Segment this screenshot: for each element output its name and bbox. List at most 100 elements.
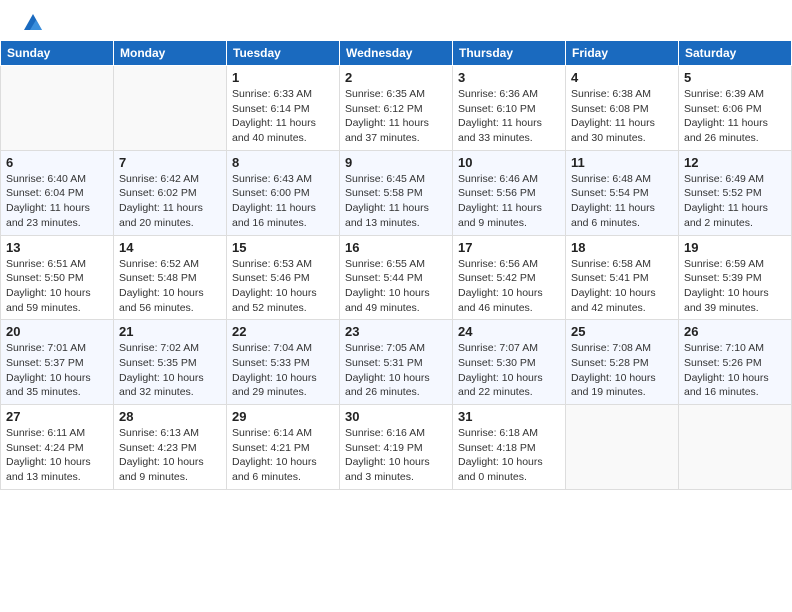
calendar-cell [679,405,792,490]
calendar-table: SundayMondayTuesdayWednesdayThursdayFrid… [0,40,792,490]
day-number: 27 [6,409,108,424]
day-info: Sunrise: 6:45 AMSunset: 5:58 PMDaylight:… [345,172,447,231]
day-info: Sunrise: 7:04 AMSunset: 5:33 PMDaylight:… [232,341,334,400]
day-number: 30 [345,409,447,424]
day-number: 6 [6,155,108,170]
weekday-header-thursday: Thursday [453,41,566,66]
day-info: Sunrise: 6:18 AMSunset: 4:18 PMDaylight:… [458,426,560,485]
calendar-cell: 25 Sunrise: 7:08 AMSunset: 5:28 PMDayligh… [566,320,679,405]
day-number: 24 [458,324,560,339]
calendar-cell: 11Sunrise: 6:48 AMSunset: 5:54 PMDayligh… [566,150,679,235]
day-number: 17 [458,240,560,255]
calendar-cell: 24Sunrise: 7:07 AMSunset: 5:30 PMDayligh… [453,320,566,405]
page-header [0,0,792,34]
day-info: Sunrise: 6:52 AMSunset: 5:48 PMDaylight:… [119,257,221,316]
day-info: Sunrise: 6:40 AMSunset: 6:04 PMDaylight:… [6,172,108,231]
day-info: Sunrise: 6:36 AMSunset: 6:10 PMDaylight:… [458,87,560,146]
day-info: Sunrise: 6:42 AMSunset: 6:02 PMDaylight:… [119,172,221,231]
day-number: 16 [345,240,447,255]
calendar-cell: 14 Sunrise: 6:52 AMSunset: 5:48 PMDayligh… [114,235,227,320]
calendar-cell: 12 Sunrise: 6:49 AMSunset: 5:52 PMDayligh… [679,150,792,235]
calendar-cell: 9 Sunrise: 6:45 AMSunset: 5:58 PMDaylight… [340,150,453,235]
calendar-cell [566,405,679,490]
calendar-cell: 22 Sunrise: 7:04 AMSunset: 5:33 PMDayligh… [227,320,340,405]
day-info: Sunrise: 6:58 AMSunset: 5:41 PMDaylight:… [571,257,673,316]
day-number: 5 [684,70,786,85]
calendar-cell: 31 Sunrise: 6:18 AMSunset: 4:18 PMDayligh… [453,405,566,490]
day-info: Sunrise: 6:48 AMSunset: 5:54 PMDaylight:… [571,172,673,231]
day-number: 31 [458,409,560,424]
day-number: 22 [232,324,334,339]
weekday-header-monday: Monday [114,41,227,66]
weekday-header-row: SundayMondayTuesdayWednesdayThursdayFrid… [1,41,792,66]
day-number: 13 [6,240,108,255]
day-number: 29 [232,409,334,424]
day-info: Sunrise: 6:51 AMSunset: 5:50 PMDaylight:… [6,257,108,316]
calendar-cell: 20 Sunrise: 7:01 AMSunset: 5:37 PMDayligh… [1,320,114,405]
day-number: 2 [345,70,447,85]
day-info: Sunrise: 7:02 AMSunset: 5:35 PMDaylight:… [119,341,221,400]
day-info: Sunrise: 7:05 AMSunset: 5:31 PMDaylight:… [345,341,447,400]
calendar-cell: 10 Sunrise: 6:46 AMSunset: 5:56 PMDayligh… [453,150,566,235]
day-info: Sunrise: 6:39 AMSunset: 6:06 PMDaylight:… [684,87,786,146]
day-info: Sunrise: 6:43 AMSunset: 6:00 PMDaylight:… [232,172,334,231]
calendar-cell: 1 Sunrise: 6:33 AMSunset: 6:14 PMDaylight… [227,66,340,151]
logo [20,12,44,30]
day-number: 12 [684,155,786,170]
day-info: Sunrise: 6:55 AMSunset: 5:44 PMDaylight:… [345,257,447,316]
day-info: Sunrise: 6:46 AMSunset: 5:56 PMDaylight:… [458,172,560,231]
day-number: 1 [232,70,334,85]
day-info: Sunrise: 6:11 AMSunset: 4:24 PMDaylight:… [6,426,108,485]
day-info: Sunrise: 6:14 AMSunset: 4:21 PMDaylight:… [232,426,334,485]
calendar-cell: 19 Sunrise: 6:59 AMSunset: 5:39 PMDayligh… [679,235,792,320]
calendar-week-row: 6 Sunrise: 6:40 AMSunset: 6:04 PMDaylight… [1,150,792,235]
calendar-cell: 18 Sunrise: 6:58 AMSunset: 5:41 PMDayligh… [566,235,679,320]
day-number: 10 [458,155,560,170]
day-info: Sunrise: 6:33 AMSunset: 6:14 PMDaylight:… [232,87,334,146]
day-number: 14 [119,240,221,255]
calendar-cell: 29 Sunrise: 6:14 AMSunset: 4:21 PMDayligh… [227,405,340,490]
day-number: 3 [458,70,560,85]
calendar-cell: 16 Sunrise: 6:55 AMSunset: 5:44 PMDayligh… [340,235,453,320]
day-number: 20 [6,324,108,339]
calendar-cell: 15Sunrise: 6:53 AMSunset: 5:46 PMDayligh… [227,235,340,320]
day-info: Sunrise: 6:49 AMSunset: 5:52 PMDaylight:… [684,172,786,231]
day-info: Sunrise: 6:53 AMSunset: 5:46 PMDaylight:… [232,257,334,316]
day-number: 23 [345,324,447,339]
day-number: 7 [119,155,221,170]
weekday-header-sunday: Sunday [1,41,114,66]
weekday-header-friday: Friday [566,41,679,66]
calendar-week-row: 20 Sunrise: 7:01 AMSunset: 5:37 PMDayligh… [1,320,792,405]
calendar-cell: 3 Sunrise: 6:36 AMSunset: 6:10 PMDaylight… [453,66,566,151]
day-info: Sunrise: 6:38 AMSunset: 6:08 PMDaylight:… [571,87,673,146]
calendar-week-row: 13 Sunrise: 6:51 AMSunset: 5:50 PMDayligh… [1,235,792,320]
calendar-week-row: 27 Sunrise: 6:11 AMSunset: 4:24 PMDayligh… [1,405,792,490]
day-number: 19 [684,240,786,255]
day-info: Sunrise: 6:59 AMSunset: 5:39 PMDaylight:… [684,257,786,316]
day-info: Sunrise: 7:08 AMSunset: 5:28 PMDaylight:… [571,341,673,400]
day-info: Sunrise: 6:16 AMSunset: 4:19 PMDaylight:… [345,426,447,485]
day-number: 21 [119,324,221,339]
calendar-cell: 30 Sunrise: 6:16 AMSunset: 4:19 PMDayligh… [340,405,453,490]
day-info: Sunrise: 7:01 AMSunset: 5:37 PMDaylight:… [6,341,108,400]
calendar-cell: 26 Sunrise: 7:10 AMSunset: 5:26 PMDayligh… [679,320,792,405]
day-number: 25 [571,324,673,339]
calendar-cell: 4Sunrise: 6:38 AMSunset: 6:08 PMDaylight… [566,66,679,151]
calendar-cell: 27 Sunrise: 6:11 AMSunset: 4:24 PMDayligh… [1,405,114,490]
weekday-header-wednesday: Wednesday [340,41,453,66]
day-info: Sunrise: 6:35 AMSunset: 6:12 PMDaylight:… [345,87,447,146]
calendar-cell [114,66,227,151]
weekday-header-saturday: Saturday [679,41,792,66]
weekday-header-tuesday: Tuesday [227,41,340,66]
logo-icon [22,12,44,34]
day-number: 28 [119,409,221,424]
day-number: 18 [571,240,673,255]
day-number: 26 [684,324,786,339]
day-info: Sunrise: 6:13 AMSunset: 4:23 PMDaylight:… [119,426,221,485]
calendar-cell: 13 Sunrise: 6:51 AMSunset: 5:50 PMDayligh… [1,235,114,320]
calendar-week-row: 1 Sunrise: 6:33 AMSunset: 6:14 PMDaylight… [1,66,792,151]
day-info: Sunrise: 7:10 AMSunset: 5:26 PMDaylight:… [684,341,786,400]
calendar-cell: 2 Sunrise: 6:35 AMSunset: 6:12 PMDaylight… [340,66,453,151]
day-number: 9 [345,155,447,170]
calendar-cell: 21 Sunrise: 7:02 AMSunset: 5:35 PMDayligh… [114,320,227,405]
